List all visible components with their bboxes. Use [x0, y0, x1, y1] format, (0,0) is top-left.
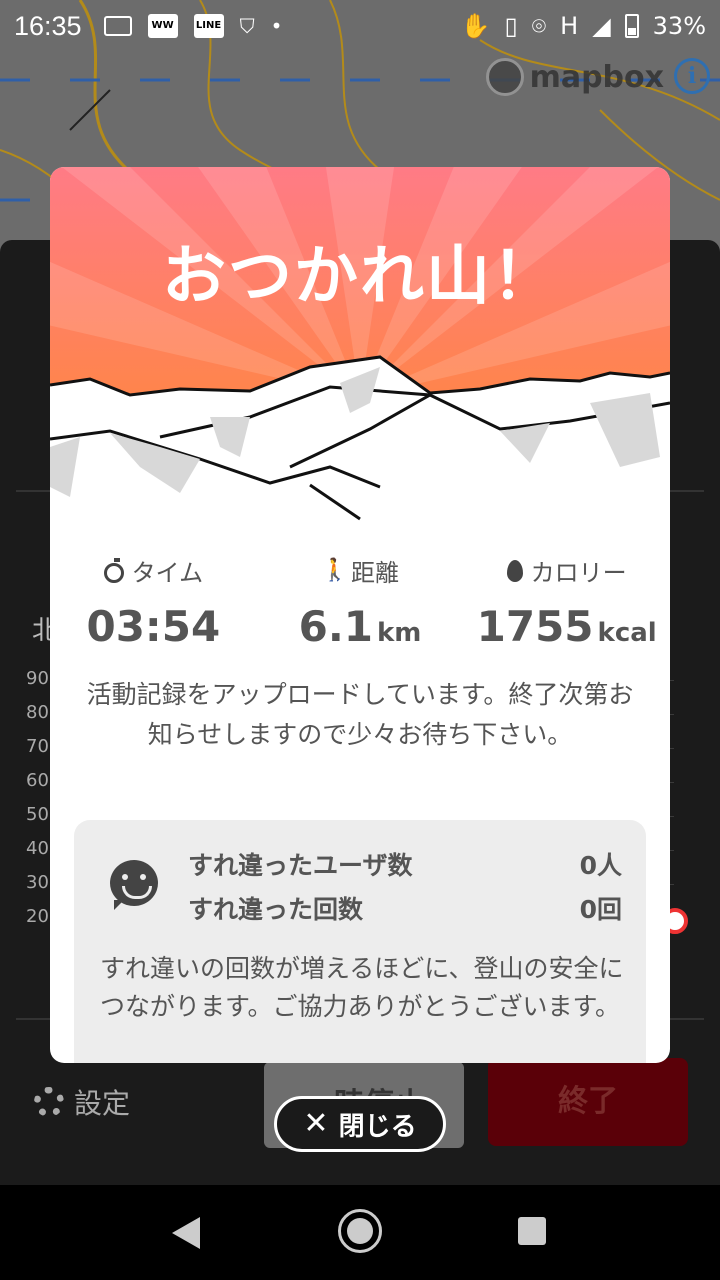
encounter-users-label: すれ違ったユーザ数: [188, 851, 413, 880]
encounter-note: すれ違いの回数が増えるほどに、登山の安全につながります。ご協力ありがとうございま…: [100, 954, 624, 1021]
upload-message: 活動記録をアップロードしています。終了次第お知らせしますので少々お待ち下さい。: [86, 680, 634, 749]
stat-time: タイム 03:54: [50, 553, 257, 651]
ww-app-icon: WW: [147, 14, 178, 38]
mountain-sunrise-illustration: [50, 167, 670, 527]
hand-gesture-icon: ✋: [460, 12, 491, 40]
back-icon[interactable]: [172, 1217, 200, 1249]
activity-stats: タイム 03:54 🚶 距離 6.1 km カロリー 1755 kcal: [50, 553, 670, 651]
end-button[interactable]: 終了: [488, 1058, 688, 1146]
network-type: H: [560, 12, 579, 40]
stat-distance-unit: km: [377, 618, 422, 648]
info-icon[interactable]: i: [674, 58, 710, 94]
stat-distance-value: 6.1: [298, 602, 374, 651]
close-icon: ✕: [303, 1106, 329, 1141]
location-icon: ⌾: [531, 12, 547, 40]
stat-calories-value-row: 1755 kcal: [463, 602, 670, 651]
close-button[interactable]: ✕ 閉じる: [274, 1096, 446, 1152]
modal-title: おつかれ山！: [162, 240, 558, 314]
mapbox-logo-icon: [485, 58, 524, 96]
stat-distance: 🚶 距離 6.1 km: [257, 553, 464, 651]
status-right-group: ✋ ▯ ⌾ H ◢ 33%: [461, 12, 706, 40]
status-bar: 16:35 WW LINE ⛉ • ✋ ▯ ⌾ H ◢ 33%: [0, 0, 720, 52]
recent-apps-icon[interactable]: [518, 1217, 546, 1245]
navigation-bar: [0, 1185, 720, 1280]
card-icon: [103, 16, 132, 36]
close-label: 閉じる: [338, 1111, 417, 1142]
stat-time-value-row: 03:54: [50, 602, 257, 651]
stat-calories-unit: kcal: [597, 618, 657, 648]
mapbox-logo: mapbox: [485, 58, 664, 96]
stat-distance-value-row: 6.1 km: [257, 602, 464, 651]
stat-time-header: タイム: [50, 553, 257, 588]
settings-label: 設定: [74, 1087, 131, 1120]
flame-icon: [506, 559, 523, 582]
settings-button[interactable]: 設定: [34, 1082, 130, 1122]
encounter-users-value: 0人: [579, 851, 622, 880]
battery-icon: [624, 14, 639, 38]
vibrate-icon: ▯: [504, 12, 518, 40]
status-time: 16:35: [14, 10, 82, 41]
battery-percent: 33%: [652, 12, 706, 40]
stat-calories: カロリー 1755 kcal: [463, 553, 670, 651]
stat-calories-label: カロリー: [530, 559, 627, 587]
hiker-icon: 🚶: [321, 557, 349, 583]
encounter-count-value: 0回: [579, 895, 622, 924]
stat-distance-label: 距離: [351, 559, 399, 587]
encounter-count-label: すれ違った回数: [188, 895, 364, 924]
line-manga-icon: LINE: [193, 14, 224, 38]
stat-calories-value: 1755: [476, 602, 594, 651]
stat-time-label: タイム: [131, 559, 204, 587]
encounter-users-row: すれ違ったユーザ数 0人: [188, 846, 622, 882]
mapbox-attribution-text: mapbox: [529, 59, 664, 95]
stat-calories-header: カロリー: [463, 553, 670, 588]
smiley-chat-icon-tail: [114, 900, 124, 910]
gear-icon: [34, 1087, 64, 1117]
stat-time-value: 03:54: [86, 602, 221, 651]
shield-icon: ⛉: [239, 14, 255, 38]
dot-icon: •: [270, 14, 283, 38]
encounter-count-row: すれ違った回数 0回: [188, 890, 622, 926]
stat-distance-header: 🚶 距離: [257, 553, 464, 588]
signal-icon: ◢: [592, 12, 611, 40]
timer-icon: [103, 557, 124, 583]
home-icon[interactable]: [338, 1209, 382, 1253]
result-modal: おつかれ山！ タイム 03:54 🚶 距離 6.1 km カロリー 1755 k…: [50, 167, 670, 1063]
encounter-card: すれ違ったユーザ数 0人 すれ違った回数 0回 すれ違いの回数が増えるほどに、登…: [74, 820, 646, 1063]
